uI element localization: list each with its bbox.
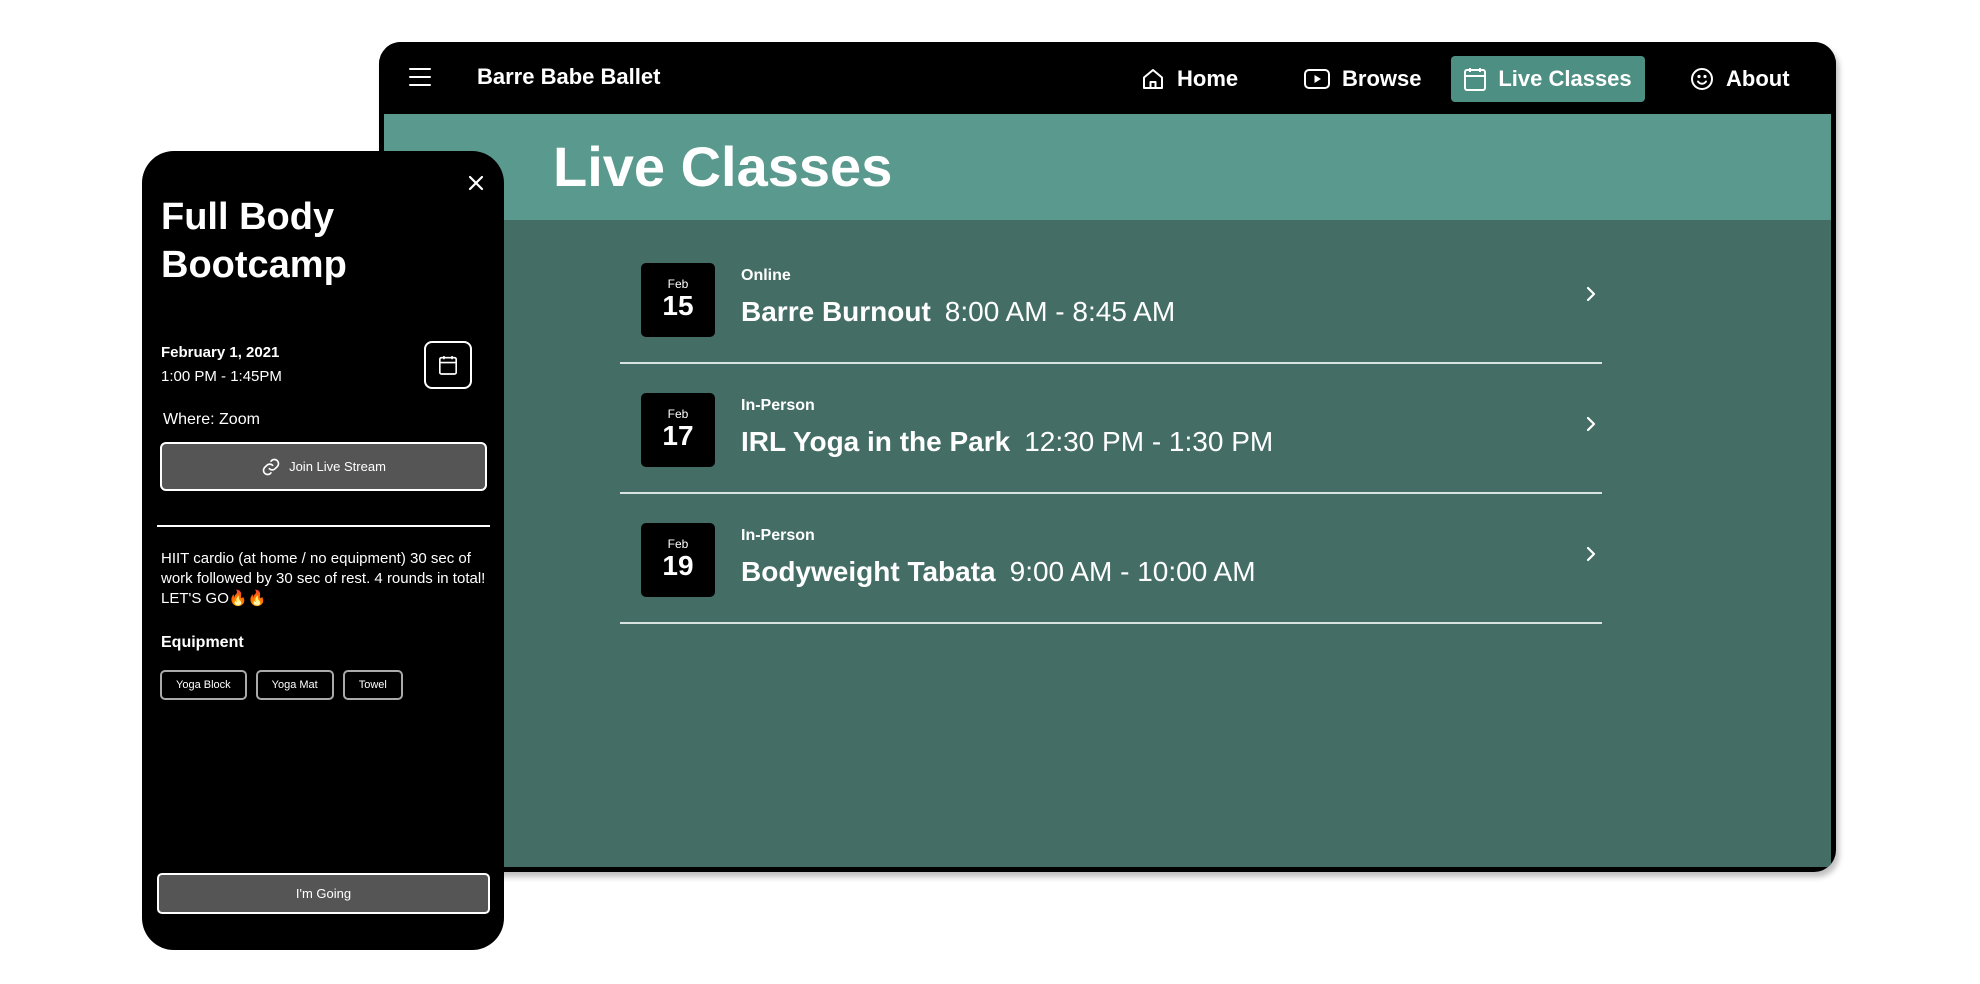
nav-browse-label: Browse [1342,66,1422,91]
class-name-text: Barre Burnout [741,296,931,327]
page-header: Live Classes [384,114,1831,220]
class-type: In-Person [741,527,815,544]
nav-live-classes-label: Live Classes [1498,66,1632,91]
add-to-calendar-button[interactable] [424,341,472,389]
date-badge: Feb 19 [641,523,715,597]
class-name: Bodyweight Tabata 9:00 AM - 10:00 AM [741,554,1256,590]
class-row[interactable]: Feb 19 In-Person Bodyweight Tabata 9:00 A… [620,494,1602,624]
date-day: 17 [662,420,694,451]
chevron-right-icon [1586,416,1596,432]
close-icon[interactable] [464,171,488,195]
class-name: IRL Yoga in the Park 12:30 PM - 1:30 PM [741,424,1273,460]
date-month: Feb [667,407,689,421]
join-live-stream-label: Join Live Stream [289,459,386,474]
equipment-tag: Towel [342,670,403,700]
detail-location: Where: Zoom [163,411,260,428]
brand-name[interactable]: Barre Babe Ballet [477,62,660,92]
nav-home-label: Home [1177,66,1239,91]
class-time: 8:00 AM - 8:45 AM [944,296,1176,327]
class-time: 9:00 AM - 10:00 AM [1009,556,1256,587]
top-navbar: Barre Babe Ballet Home Browse Live Class… [379,42,1836,114]
date-month: Feb [667,537,689,551]
date-badge: Feb 15 [641,263,715,337]
nav-live-classes[interactable]: Live Classes [1451,56,1645,102]
chevron-right-icon [1586,546,1596,562]
class-row[interactable]: Feb 15 Online Barre Burnout 8:00 AM - 8:4… [620,234,1602,364]
play-icon [1304,69,1330,89]
desktop-window: Barre Babe Ballet Home Browse Live Class… [379,42,1836,872]
page-title: Live Classes [553,135,893,198]
hamburger-menu-icon[interactable] [409,68,431,86]
nav-about-label: About [1726,66,1790,91]
class-time: 12:30 PM - 1:30 PM [1024,426,1274,457]
home-icon [1143,69,1163,89]
class-name-text: IRL Yoga in the Park [741,426,1011,457]
nav-about[interactable]: About [1690,56,1790,102]
detail-time: 1:00 PM - 1:45PM [161,368,282,385]
date-month: Feb [667,277,689,291]
im-going-button[interactable]: I'm Going [157,873,490,914]
date-day: 19 [662,550,694,581]
calendar-icon [1464,68,1487,91]
detail-title: Full Body Bootcamp [161,196,347,286]
class-type: Online [741,267,791,284]
smiley-icon [1691,68,1713,90]
class-name: Barre Burnout 8:00 AM - 8:45 AM [741,294,1175,330]
nav-home[interactable]: Home [1141,56,1238,102]
equipment-tags: Yoga Block Yoga Mat Towel [160,670,403,700]
join-live-stream-button[interactable]: Join Live Stream [160,442,487,491]
class-list: Feb 15 Online Barre Burnout 8:00 AM - 8:4… [620,234,1602,624]
im-going-label: I'm Going [295,886,352,901]
class-row[interactable]: Feb 17 In-Person IRL Yoga in the Park 12:… [620,364,1602,494]
class-name-text: Bodyweight Tabata [741,556,996,587]
detail-date: February 1, 2021 [161,344,280,361]
nav-browse[interactable]: Browse [1304,56,1421,102]
class-detail-panel: Full Body Bootcamp February 1, 2021 1:00… [142,151,504,950]
date-badge: Feb 17 [641,393,715,467]
link-icon [262,458,280,475]
main-content: Live Classes Feb 15 Online Barre Burnout… [384,114,1831,867]
calendar-icon [439,356,457,375]
chevron-right-icon [1586,286,1596,302]
divider [157,525,490,527]
class-description: HIIT cardio (at home / no equipment) 30 … [161,550,486,607]
class-type: In-Person [741,397,815,414]
date-day: 15 [662,290,694,321]
equipment-heading: Equipment [161,634,244,651]
equipment-tag: Yoga Block [160,670,247,700]
equipment-tag: Yoga Mat [255,670,334,700]
